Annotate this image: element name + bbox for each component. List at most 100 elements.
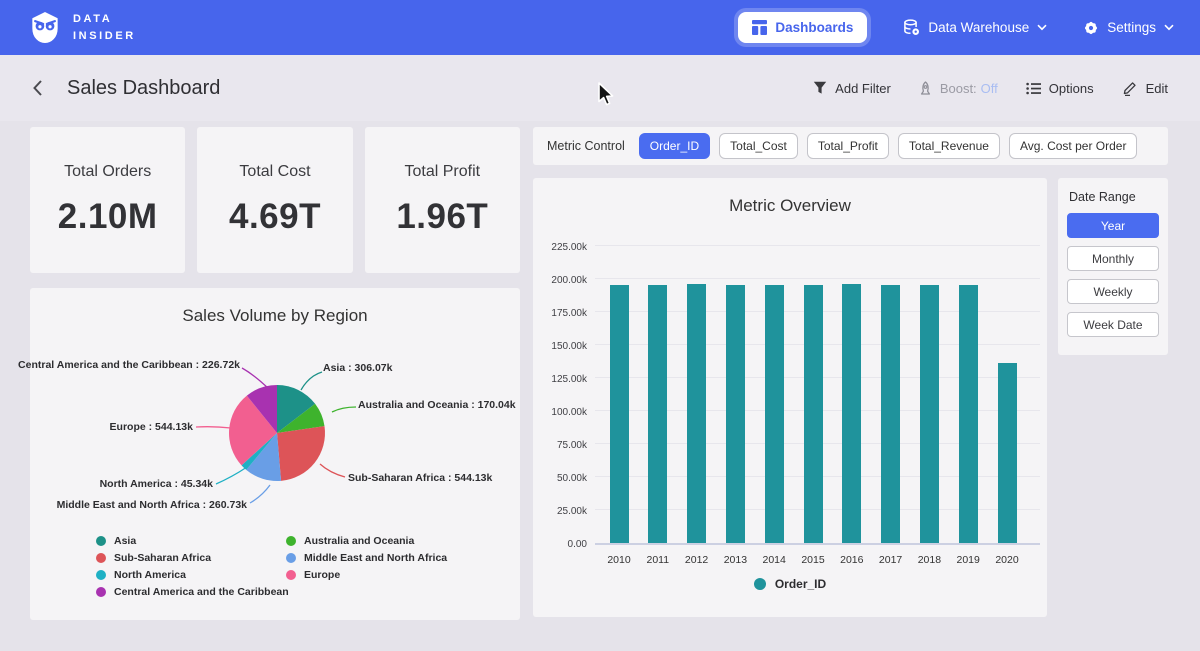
- kpi-value: 2.10M: [58, 197, 158, 237]
- edit-label: Edit: [1146, 81, 1168, 96]
- pie-label-0: Asia : 306.07k: [323, 362, 392, 374]
- brand-logo: DATA INSIDER: [30, 11, 136, 44]
- bar-plot-area: [595, 248, 1040, 545]
- page-title: Sales Dashboard: [67, 77, 220, 100]
- filter-funnel-icon: [813, 81, 827, 95]
- legend-label: Asia: [114, 535, 136, 547]
- nav-settings-label: Settings: [1107, 20, 1156, 35]
- pie-label-1: Australia and Oceania : 170.04k: [358, 399, 516, 411]
- nav-settings[interactable]: Settings: [1083, 20, 1174, 36]
- date-option-weekly[interactable]: Weekly: [1067, 279, 1159, 304]
- boost-toggle[interactable]: Boost: Off: [919, 81, 998, 96]
- metric-control-card: Metric Control Order_ID Total_Cost Total_P…: [533, 127, 1168, 165]
- pie-legend-col-2: Australia and Oceania Middle East and Nor…: [286, 532, 447, 583]
- pie-legend-item[interactable]: North America: [96, 566, 289, 583]
- legend-label: Central America and the Caribbean: [114, 586, 289, 598]
- pie-label-3: Middle East and North Africa : 260.73k: [57, 499, 247, 511]
- metric-control-label: Metric Control: [547, 139, 625, 153]
- legend-color-dot: [286, 553, 296, 563]
- bar-2010[interactable]: [610, 285, 629, 543]
- pie-legend-item[interactable]: Middle East and North Africa: [286, 549, 447, 566]
- options-list-icon: [1026, 82, 1041, 95]
- bar-2018[interactable]: [920, 285, 939, 543]
- options-label: Options: [1049, 81, 1094, 96]
- date-range-label: Date Range: [1067, 190, 1159, 204]
- legend-color-dot: [286, 536, 296, 546]
- pie-leader-line: [196, 427, 231, 428]
- bar-2011[interactable]: [648, 285, 667, 543]
- pie-legend-item[interactable]: Central America and the Caribbean: [96, 583, 289, 600]
- bar-2012[interactable]: [687, 284, 706, 543]
- kpi-label: Total Orders: [64, 163, 151, 181]
- legend-label: North America: [114, 569, 186, 581]
- kpi-value: 4.69T: [229, 197, 321, 237]
- date-option-week-date[interactable]: Week Date: [1067, 312, 1159, 337]
- kpi-row: Total Orders 2.10M Total Cost 4.69T Total Pr…: [30, 127, 520, 273]
- date-range-options: Year Monthly Weekly Week Date: [1067, 213, 1159, 337]
- date-option-monthly[interactable]: Monthly: [1067, 246, 1159, 271]
- add-filter-label: Add Filter: [835, 81, 891, 96]
- bar-2013[interactable]: [726, 285, 745, 543]
- y-tick-label: 0.00: [539, 539, 587, 550]
- kpi-label: Total Profit: [405, 163, 481, 181]
- kpi-label: Total Cost: [239, 163, 310, 181]
- bar-2014[interactable]: [765, 285, 784, 543]
- pencil-icon: [1122, 80, 1138, 96]
- pie-legend-item[interactable]: Sub-Saharan Africa: [96, 549, 289, 566]
- pie-legend-item[interactable]: Australia and Oceania: [286, 532, 447, 549]
- metric-chip-total-cost[interactable]: Total_Cost: [719, 133, 798, 159]
- legend-color-dot: [754, 578, 766, 590]
- legend-label: Australia and Oceania: [304, 535, 414, 547]
- y-tick-label: 50.00k: [539, 473, 587, 484]
- pie-chart-title: Sales Volume by Region: [30, 306, 520, 326]
- y-tick-label: 100.00k: [539, 407, 587, 418]
- bar-2017[interactable]: [881, 285, 900, 543]
- bar-2015[interactable]: [804, 285, 823, 543]
- nav-data-warehouse[interactable]: Data Warehouse: [903, 19, 1047, 36]
- pie-label-4: North America : 45.34k: [100, 478, 213, 490]
- x-tick-label: 2015: [793, 554, 833, 566]
- rocket-icon: [919, 81, 932, 96]
- pie-label-6: Central America and the Caribbean : 226.…: [18, 359, 240, 371]
- edit-button[interactable]: Edit: [1122, 80, 1168, 96]
- pie-legend-item[interactable]: Asia: [96, 532, 289, 549]
- date-option-year[interactable]: Year: [1067, 213, 1159, 238]
- page-header: Sales Dashboard Add Filter Boost: Off Op…: [0, 55, 1200, 121]
- header-actions: Add Filter Boost: Off Options Edit: [813, 80, 1168, 96]
- y-tick-label: 175.00k: [539, 308, 587, 319]
- legend-label: Order_ID: [775, 577, 826, 591]
- metric-chip-total-revenue[interactable]: Total_Revenue: [898, 133, 1000, 159]
- pie-slice-2[interactable]: [277, 426, 325, 481]
- brand-line1: DATA: [73, 11, 136, 28]
- legend-color-dot: [96, 570, 106, 580]
- boost-label: Boost:: [940, 81, 977, 96]
- y-tick-label: 225.00k: [539, 242, 587, 253]
- add-filter-button[interactable]: Add Filter: [813, 81, 891, 96]
- y-tick-label: 75.00k: [539, 440, 587, 451]
- legend-label: Europe: [304, 569, 340, 581]
- metric-chip-order-id[interactable]: Order_ID: [639, 133, 710, 159]
- kpi-card: Total Cost 4.69T: [197, 127, 352, 273]
- pie-label-2: Sub-Saharan Africa : 544.13k: [348, 472, 492, 484]
- y-tick-label: 150.00k: [539, 341, 587, 352]
- date-range-card: Date Range Year Monthly Weekly Week Date: [1058, 178, 1168, 355]
- legend-label: Sub-Saharan Africa: [114, 552, 211, 564]
- pie-label-5: Europe : 544.13k: [110, 421, 193, 433]
- bar-chart-card: Metric Overview 0.0025.00k50.00k75.00k10…: [533, 178, 1047, 617]
- metric-chip-avg-cost-per-order[interactable]: Avg. Cost per Order: [1009, 133, 1138, 159]
- bar-2016[interactable]: [842, 284, 861, 543]
- options-button[interactable]: Options: [1026, 81, 1094, 96]
- x-tick-label: 2011: [638, 554, 678, 566]
- y-tick-label: 25.00k: [539, 506, 587, 517]
- y-tick-label: 200.00k: [539, 275, 587, 286]
- back-button[interactable]: [32, 79, 43, 97]
- x-tick-label: 2012: [677, 554, 717, 566]
- pie-legend-item[interactable]: Europe: [286, 566, 447, 583]
- nav-data-warehouse-label: Data Warehouse: [928, 20, 1029, 35]
- metric-chip-total-profit[interactable]: Total_Profit: [807, 133, 889, 159]
- x-tick-label: 2017: [871, 554, 911, 566]
- bar-2020[interactable]: [998, 363, 1017, 543]
- legend-color-dot: [96, 587, 106, 597]
- bar-2019[interactable]: [959, 285, 978, 543]
- nav-dashboards-button[interactable]: Dashboards: [738, 12, 867, 43]
